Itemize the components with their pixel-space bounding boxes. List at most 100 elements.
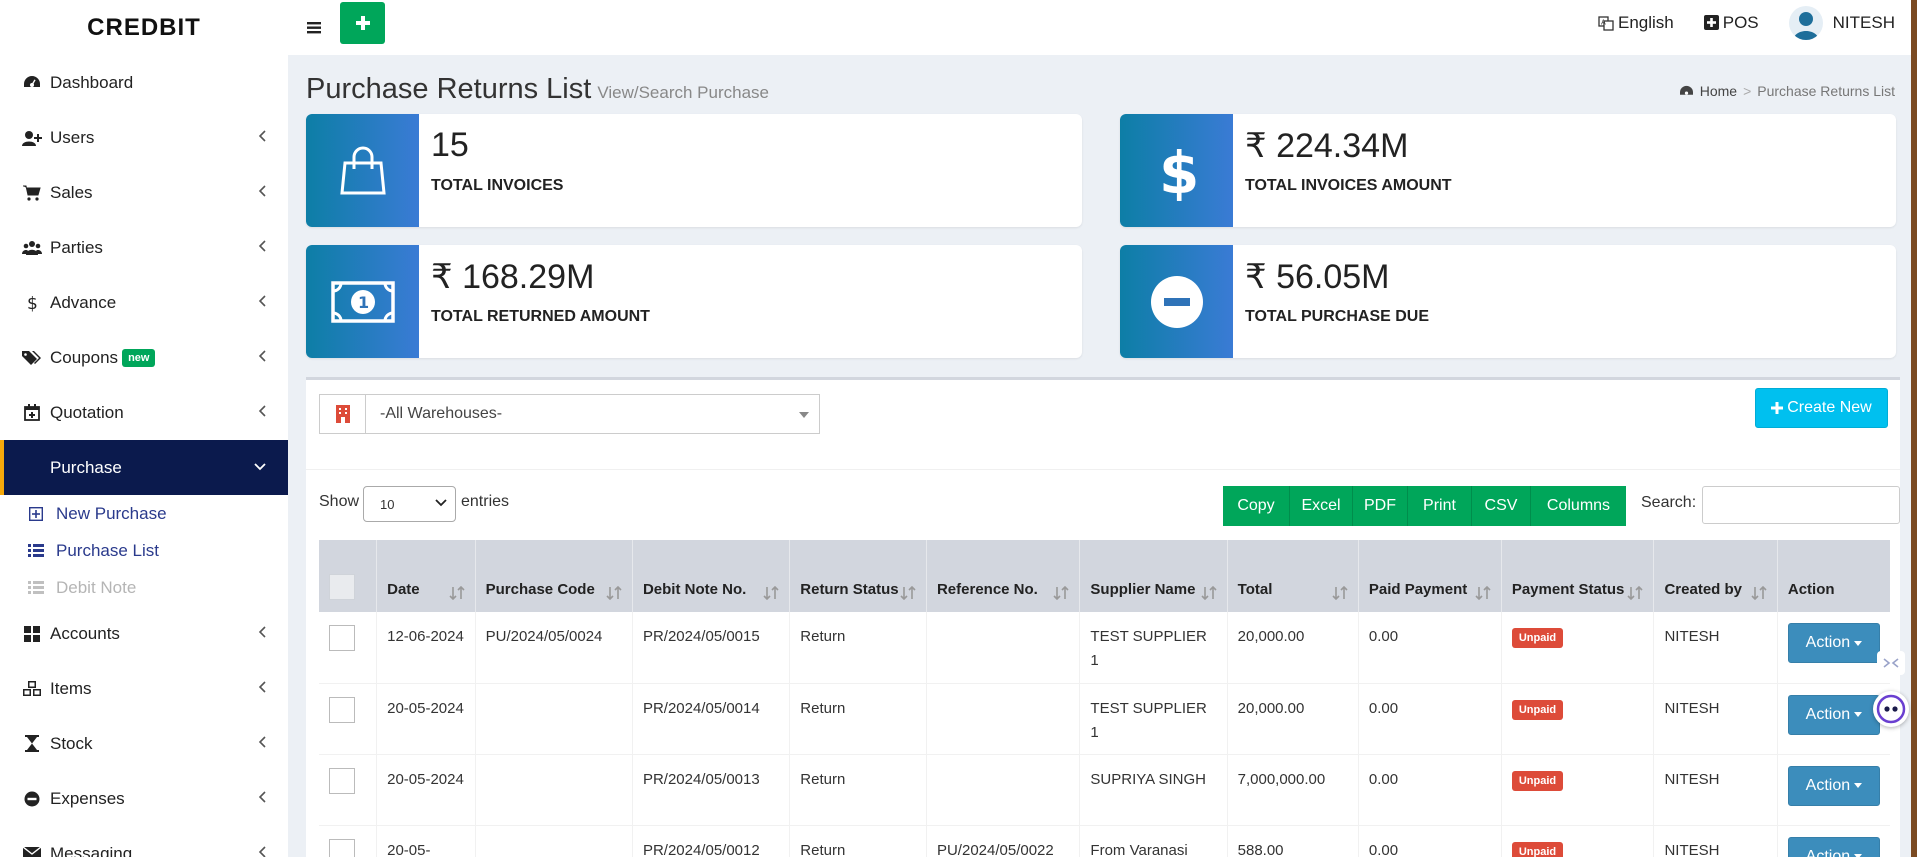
create-new-button[interactable]: Create New [1755,388,1888,428]
row-checkbox[interactable] [329,696,355,723]
cell-purchase-code [474,754,633,825]
excel-button[interactable]: Excel [1290,486,1353,526]
sidebar-item-expenses[interactable]: Expenses [0,771,288,826]
cell-date: 20-05-2024 [376,683,476,754]
sidebar-item-parties[interactable]: Parties [0,220,288,275]
column-header-created-by[interactable]: Created by [1653,540,1778,612]
warehouse-select-value: -All Warehouses- [380,405,503,422]
user-menu[interactable]: NITESH [1788,5,1895,40]
chevron-left-icon [258,350,266,362]
sidebar-item-advance[interactable]: $ Advance [0,275,288,330]
sidebar-item-coupons[interactable]: Coupons new [0,330,288,385]
sidebar-item-label: Coupons [50,347,119,367]
quick-add-button[interactable] [340,2,385,44]
columns-button[interactable]: Columns [1531,486,1626,526]
sidebar-item-dashboard[interactable]: Dashboard [0,55,288,110]
page-scrollbar[interactable] [1911,0,1917,857]
sort-icon [1751,586,1767,600]
envelope-icon [22,844,42,857]
create-new-label: Create New [1787,399,1872,416]
column-header-supplier-name[interactable]: Supplier Name [1079,540,1228,612]
select-all-header [319,540,377,612]
sidebar-subitem-purchase-list[interactable]: Purchase List [0,532,288,569]
select-all-checkbox[interactable] [329,574,355,600]
column-header-paid-payment[interactable]: Paid Payment [1357,540,1502,612]
warehouse-select[interactable]: -All Warehouses- [365,394,820,434]
entries-label: entries [461,493,510,510]
breadcrumb-home[interactable]: Home [1700,83,1737,99]
purchase-returns-box: -All Warehouses- Create New Show 10 entr… [306,377,1900,857]
action-dropdown-button[interactable]: Action [1787,623,1880,663]
sidebar-item-messaging[interactable]: Messaging [0,826,288,857]
chevron-left-icon [258,681,266,693]
pos-link[interactable]: POS [1703,13,1759,33]
sidebar-subitem-new-purchase[interactable]: New Purchase [0,495,288,532]
export-button-group: Copy Excel PDF Print CSV Columns [1223,486,1626,526]
breadcrumb: Home > Purchase Returns List [1679,83,1895,99]
brand-logo[interactable]: CREDBIT [0,0,288,55]
cell-debit-note: PR/2024/05/0015 [631,612,790,683]
sort-icon [1201,586,1217,600]
sidebar-item-items[interactable]: Items [0,661,288,716]
cell-purchase-code [474,683,633,754]
cell-total: 588.00 [1226,825,1359,857]
action-dropdown-button[interactable]: Action [1787,765,1880,806]
table-row: 20-05-2024 PR/2024/05/0014 Return TEST S… [319,683,1890,754]
chevron-left-icon [258,240,266,252]
sidebar-item-label: Quotation [50,402,124,422]
row-checkbox[interactable] [329,767,355,794]
action-dropdown-button[interactable]: Action [1787,836,1880,857]
sidebar-item-label: Items [50,678,92,698]
table-row: 20-05-2024 PR/2024/05/0013 Return SUPRIY… [319,754,1890,825]
sidebar-item-stock[interactable]: Stock [0,716,288,771]
sidebar-subitem-label: Debit Note [56,577,137,597]
copy-button[interactable]: Copy [1223,486,1290,526]
breadcrumb-current: Purchase Returns List [1757,83,1895,99]
entries-length-select[interactable]: 10 [363,486,456,522]
sidebar-item-label: Purchase [50,457,122,477]
chevron-left-icon [258,130,266,142]
group-icon [22,238,42,258]
row-checkbox[interactable] [329,625,355,651]
sidebar-item-quotation[interactable]: Quotation [0,385,288,440]
chat-assistant-icon[interactable] [1873,691,1909,727]
stat-total-returned-amount: 1 ₹ 168.29M TOTAL RETURNED AMOUNT [306,245,1082,358]
column-header-return-status[interactable]: Return Status [789,540,927,612]
stat-total-invoices: 15 TOTAL INVOICES [306,114,1082,227]
csv-button[interactable]: CSV [1472,486,1531,526]
sidebar-item-accounts[interactable]: Accounts [0,606,288,661]
print-button[interactable]: Print [1408,486,1472,526]
pdf-button[interactable]: PDF [1353,486,1408,526]
cell-payment-status: Unpaid [1500,612,1654,683]
search-input[interactable] [1702,486,1900,524]
column-header-purchase-code[interactable]: Purchase Code [474,540,633,612]
collapse-widget-icon[interactable] [1877,651,1905,675]
sort-icon [606,586,622,600]
plus-icon [355,16,370,30]
sidebar-item-label: Expenses [50,788,125,808]
cell-reference [925,683,1080,754]
sidebar-item-sales[interactable]: Sales [0,165,288,220]
column-header-payment-status[interactable]: Payment Status [1500,540,1654,612]
sidebar-subitem-debit-note[interactable]: Debit Note [0,569,288,606]
column-header-total[interactable]: Total [1226,540,1359,612]
plus-square-icon [1703,15,1719,30]
cell-created-by: NITESH [1653,754,1778,825]
action-dropdown-button[interactable]: Action [1787,694,1880,735]
sidebar-item-purchase[interactable]: Purchase [0,440,288,495]
sidebar-item-label: Users [50,127,95,147]
cell-debit-note: PR/2024/05/0012 [631,825,790,857]
column-header-reference-no[interactable]: Reference No. [925,540,1080,612]
shopping-bag-icon [306,114,419,227]
column-header-date[interactable]: Date [376,540,476,612]
caret-down-icon [1854,783,1863,788]
cell-payment-status: Unpaid [1500,683,1654,754]
sidebar-item-label: Advance [50,292,117,312]
chevron-left-icon [258,791,266,803]
language-selector[interactable]: A English [1598,13,1674,33]
sidebar-item-label: Messaging [50,843,133,857]
menu-toggle-icon[interactable] [300,12,328,42]
column-header-debit-note-no[interactable]: Debit Note No. [631,540,790,612]
row-checkbox[interactable] [329,838,355,857]
sidebar-item-users[interactable]: Users [0,110,288,165]
